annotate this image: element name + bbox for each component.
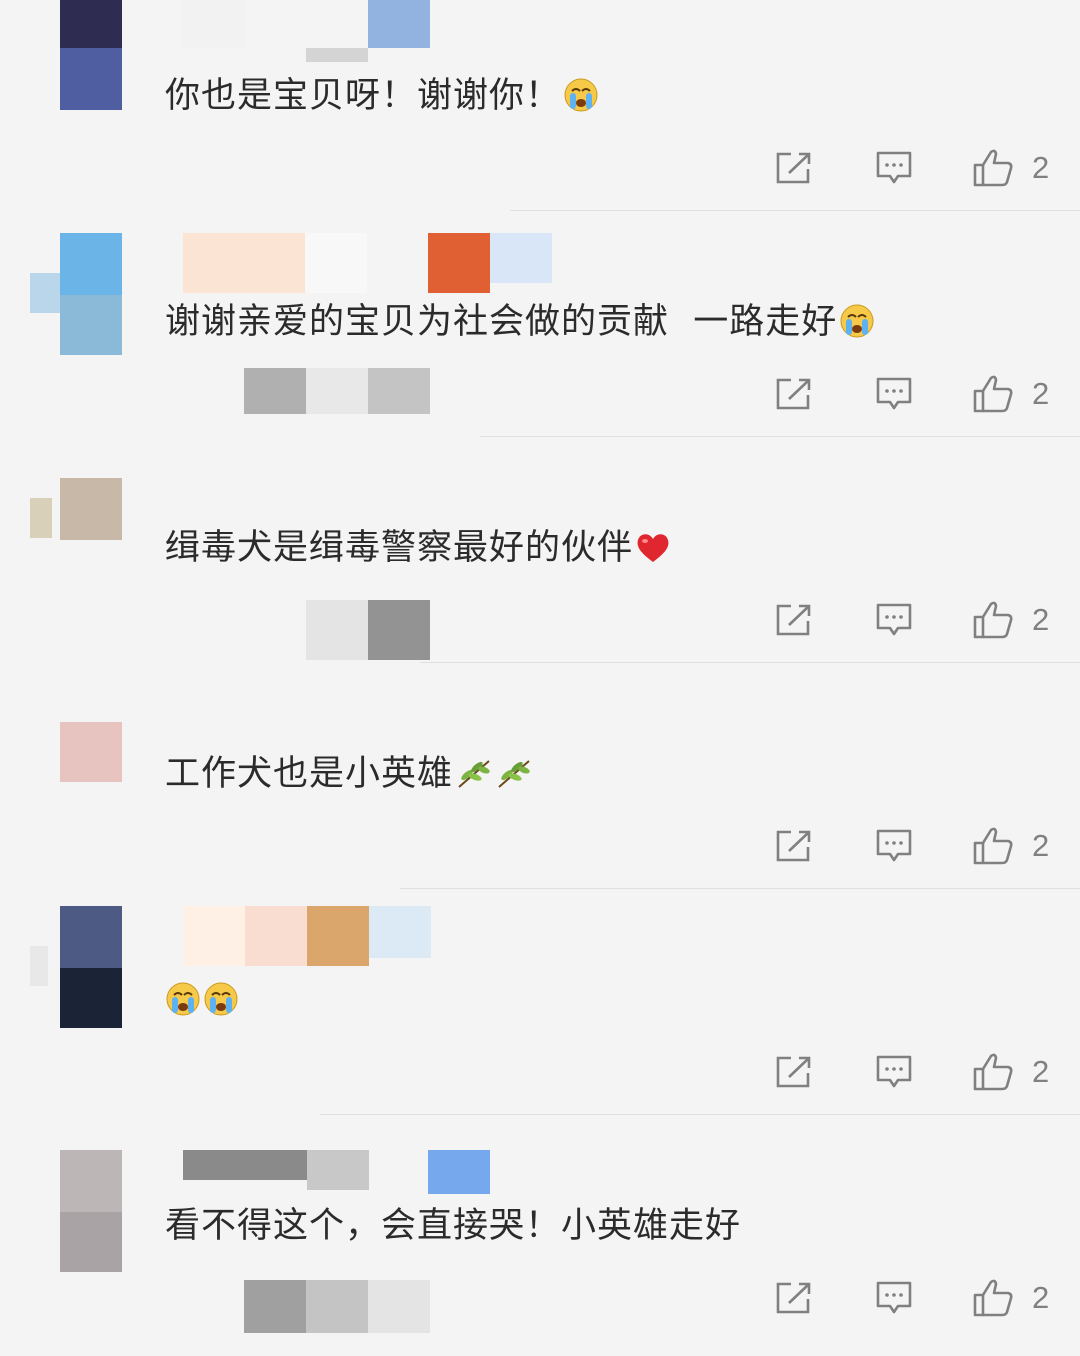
like-button[interactable]: 2 bbox=[972, 598, 1049, 642]
username-blurred[interactable] bbox=[183, 906, 433, 966]
username-blurred bbox=[306, 600, 430, 660]
comment-actions: 2 bbox=[760, 372, 1060, 416]
crying-face-emoji-icon bbox=[165, 981, 201, 1028]
comment-actions: 2 bbox=[760, 824, 1060, 868]
comment-feed: 你也是宝贝呀！谢谢你！ 2 谢谢亲爱的宝贝为社会做的贡献 一路走好 2 缉毒犬是… bbox=[0, 0, 1080, 1333]
share-icon[interactable] bbox=[775, 372, 813, 416]
share-icon[interactable] bbox=[775, 1276, 813, 1320]
comment-item: 看不得这个，会直接哭！小英雄走好 2 bbox=[0, 1130, 1080, 1356]
avatar[interactable] bbox=[30, 906, 122, 1028]
like-count: 2 bbox=[1032, 828, 1050, 863]
divider bbox=[420, 662, 1080, 663]
like-count: 2 bbox=[1032, 602, 1050, 637]
share-icon[interactable] bbox=[775, 598, 813, 642]
avatar[interactable] bbox=[60, 1150, 122, 1272]
like-button[interactable]: 2 bbox=[972, 372, 1049, 416]
comment-item: 缉毒犬是缉毒警察最好的伙伴 2 bbox=[0, 452, 1080, 678]
comment-body: 你也是宝贝呀！谢谢你！ bbox=[165, 76, 562, 116]
comment-text: 工作犬也是小英雄 bbox=[165, 752, 533, 802]
comment-item: 你也是宝贝呀！谢谢你！ 2 bbox=[0, 0, 1080, 226]
comment-actions: 2 bbox=[760, 1276, 1060, 1320]
comment-actions: 2 bbox=[760, 1050, 1060, 1094]
comment-actions: 2 bbox=[760, 598, 1060, 642]
username-blurred[interactable] bbox=[183, 1150, 493, 1200]
divider bbox=[320, 1114, 1080, 1115]
comment-actions: 2 bbox=[760, 146, 1060, 190]
comment-icon[interactable] bbox=[875, 824, 913, 868]
thumbs-up-icon bbox=[973, 1053, 1013, 1091]
divider bbox=[480, 436, 1080, 437]
comment-item: 工作犬也是小英雄 2 bbox=[0, 678, 1080, 904]
red-heart-emoji-icon bbox=[635, 531, 671, 576]
comment-text: 看不得这个，会直接哭！小英雄走好 bbox=[165, 1204, 741, 1248]
comment-body: 谢谢亲爱的宝贝为社会做的贡献 一路走好 bbox=[165, 302, 838, 342]
comment-item: 2 bbox=[0, 904, 1080, 1130]
comment-icon[interactable] bbox=[875, 372, 913, 416]
like-count: 2 bbox=[1032, 1280, 1050, 1315]
comment-text: 谢谢亲爱的宝贝为社会做的贡献 一路走好 bbox=[165, 300, 875, 350]
comment-text: 缉毒犬是缉毒警察最好的伙伴 bbox=[165, 526, 671, 576]
username-blurred[interactable] bbox=[183, 0, 433, 62]
username-blurred bbox=[244, 368, 434, 414]
thumbs-up-icon bbox=[973, 601, 1013, 639]
comment-text: 你也是宝贝呀！谢谢你！ bbox=[165, 74, 599, 124]
avatar[interactable] bbox=[30, 233, 122, 355]
thumbs-up-icon bbox=[973, 149, 1013, 187]
crying-face-emoji-icon bbox=[563, 77, 599, 124]
comment-icon[interactable] bbox=[875, 1276, 913, 1320]
like-button[interactable]: 2 bbox=[972, 1276, 1049, 1320]
avatar[interactable] bbox=[60, 0, 122, 110]
thumbs-up-icon bbox=[973, 827, 1013, 865]
username-blurred bbox=[244, 1280, 434, 1333]
comment-icon[interactable] bbox=[875, 1050, 913, 1094]
like-count: 2 bbox=[1032, 1054, 1050, 1089]
comment-icon[interactable] bbox=[875, 598, 913, 642]
comment-body: 看不得这个，会直接哭！小英雄走好 bbox=[165, 1206, 742, 1246]
thumbs-up-icon bbox=[973, 375, 1013, 413]
avatar[interactable] bbox=[30, 478, 122, 578]
like-button[interactable]: 2 bbox=[972, 146, 1049, 190]
like-button[interactable]: 2 bbox=[972, 1050, 1049, 1094]
comment-item: 谢谢亲爱的宝贝为社会做的贡献 一路走好 2 bbox=[0, 226, 1080, 452]
share-icon[interactable] bbox=[775, 824, 813, 868]
like-button[interactable]: 2 bbox=[972, 824, 1049, 868]
comment-text bbox=[165, 978, 239, 1028]
like-count: 2 bbox=[1032, 376, 1050, 411]
crying-face-emoji-icon bbox=[203, 981, 239, 1028]
crying-face-emoji-icon bbox=[839, 303, 875, 350]
avatar[interactable] bbox=[60, 722, 122, 782]
username-blurred[interactable] bbox=[183, 233, 553, 293]
share-icon[interactable] bbox=[775, 1050, 813, 1094]
like-count: 2 bbox=[1032, 150, 1050, 185]
divider bbox=[510, 210, 1080, 211]
comment-body: 缉毒犬是缉毒警察最好的伙伴 bbox=[165, 528, 634, 568]
comment-icon[interactable] bbox=[875, 146, 913, 190]
olive-branch-emoji-icon bbox=[495, 757, 533, 802]
divider bbox=[400, 888, 1080, 889]
olive-branch-emoji-icon bbox=[455, 757, 493, 802]
comment-body: 工作犬也是小英雄 bbox=[165, 754, 454, 794]
thumbs-up-icon bbox=[973, 1279, 1013, 1317]
share-icon[interactable] bbox=[775, 146, 813, 190]
